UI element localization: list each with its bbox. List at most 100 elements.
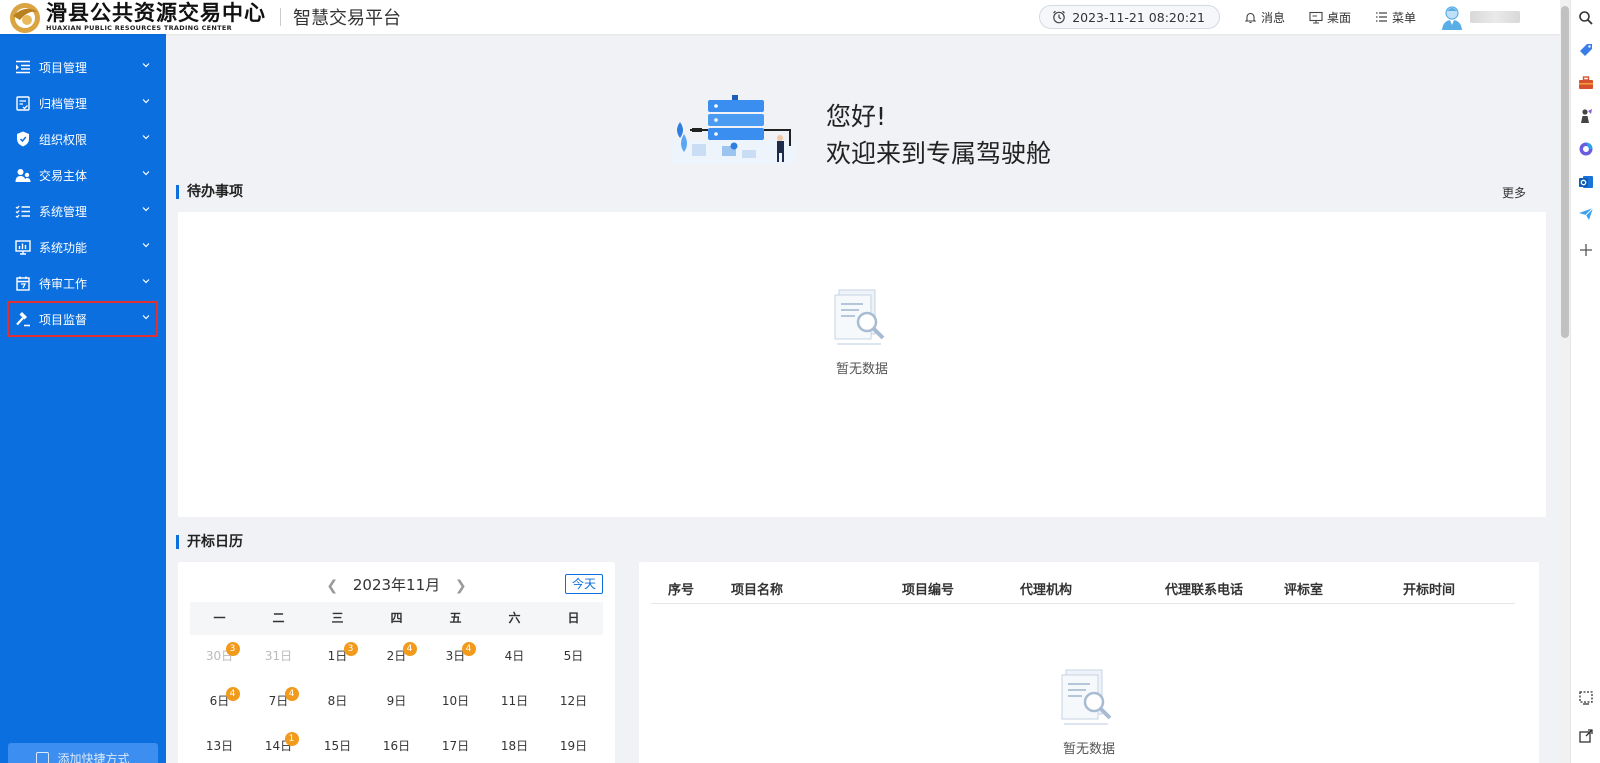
calendar-day[interactable]: 9日 — [367, 685, 426, 730]
weekday-label: 五 — [449, 611, 462, 625]
calendar-day-number: 31日 — [264, 649, 293, 663]
calendar-day[interactable]: 15日 — [308, 730, 367, 763]
briefcase-icon[interactable] — [1578, 75, 1594, 91]
bid-opening-table-card: 序号 项目名称 项目编号 代理机构 代理联系电话 评标室 开标时间 暂无数据 — [639, 562, 1539, 763]
calendar-day[interactable]: 12日 — [544, 685, 603, 730]
calendar-day[interactable]: 1日 3 — [308, 640, 367, 685]
sidebar-item-system-functions[interactable]: 系统功能 — [0, 229, 166, 265]
add-plus-icon[interactable] — [1578, 242, 1594, 258]
messages-link[interactable]: 消息 — [1244, 9, 1285, 26]
bell-icon — [1244, 12, 1257, 23]
desktop-link[interactable]: 桌面 — [1309, 9, 1351, 26]
calendar-day[interactable]: 4日 — [485, 640, 544, 685]
sidebar-item-system-management[interactable]: 系统管理 — [0, 193, 166, 229]
menu-link[interactable]: 菜单 — [1375, 9, 1416, 26]
chevron-down-icon — [142, 279, 150, 284]
calendar-day[interactable]: 30日 3 — [190, 640, 249, 685]
menu-label: 菜单 — [1391, 10, 1416, 25]
chevron-down-icon — [142, 171, 150, 176]
column-header: 项目编号 — [902, 583, 955, 598]
column-header: 序号 — [668, 583, 695, 598]
calendar-day[interactable]: 7日 4 — [249, 685, 308, 730]
sidebar-item-trading-entities[interactable]: 交易主体 — [0, 157, 166, 193]
weekday-label: 四 — [390, 611, 403, 625]
messages-label: 消息 — [1260, 10, 1285, 25]
sidebar-item-archive-management[interactable]: 归档管理 — [0, 85, 166, 121]
calendar-day[interactable]: 6日 4 — [190, 685, 249, 730]
sidebar-item-label: 交易主体 — [39, 168, 88, 183]
bid-calendar-card: ❮ 2023年11月 ❯ 今天 一 二 三 四 五 六 日 30日 3 31日 1日 3 2日 4 3日 4… — [178, 562, 615, 763]
logo[interactable]: 滑县公共资源交易中心 HUAXIAN PUBLIC RESOURCES TRAD… — [0, 0, 266, 34]
calendar-icon — [14, 274, 32, 292]
sidebar-item-label: 系统功能 — [39, 240, 88, 255]
user-avatar-icon[interactable] — [1440, 4, 1464, 30]
calendar-day[interactable]: 19日 — [544, 730, 603, 763]
platform-title: 智慧交易平台 — [293, 8, 401, 29]
calendar-week-row: 6日 4 7日 4 8日 9日 10日 11日 12日 — [190, 685, 603, 730]
list-indent-icon — [14, 58, 32, 76]
add-shortcut-button[interactable]: 添加快捷方式 — [8, 743, 158, 763]
table-empty-text: 暂无数据 — [1062, 742, 1115, 757]
calendar-day[interactable]: 5日 — [544, 640, 603, 685]
calendar-day[interactable]: 8日 — [308, 685, 367, 730]
external-link-icon[interactable] — [1578, 728, 1594, 744]
sidebar-item-org-permissions[interactable]: 组织权限 — [0, 121, 166, 157]
calendar-day-number: 8日 — [327, 694, 348, 708]
event-count-badge: 3 — [343, 642, 358, 656]
sidebar-item-label: 组织权限 — [39, 132, 88, 147]
event-count-badge: 4 — [284, 687, 299, 701]
calendar-day-number: 12日 — [559, 694, 588, 708]
calendar-day[interactable]: 2日 4 — [367, 640, 426, 685]
event-count-badge: 4 — [402, 642, 417, 656]
next-month-button[interactable]: ❯ — [455, 578, 467, 594]
today-button[interactable]: 今天 — [565, 574, 603, 594]
sidebar-item-label: 待审工作 — [39, 276, 88, 291]
event-count-badge: 3 — [225, 642, 240, 656]
logo-emblem-icon — [8, 0, 42, 33]
table-header: 序号 项目名称 项目编号 代理机构 代理联系电话 评标室 开标时间 — [651, 577, 1515, 604]
calendar-day[interactable]: 18日 — [485, 730, 544, 763]
calendar-day[interactable]: 31日 — [249, 640, 308, 685]
hammer-icon — [14, 310, 32, 328]
user-name-redacted[interactable] — [1470, 11, 1520, 23]
page-scrollbar[interactable] — [1560, 0, 1570, 763]
sidebar-item-project-supervision[interactable]: 项目监督 — [7, 301, 158, 337]
plus-square-icon — [36, 751, 50, 763]
sidebar-item-label: 归档管理 — [39, 96, 88, 111]
calendar-week-row: 13日 14日 1 15日 16日 17日 18日 19日 — [190, 730, 603, 763]
logo-chinese-name: 滑县公共资源交易中心 — [46, 0, 266, 26]
calendar-day[interactable]: 16日 — [367, 730, 426, 763]
screenshot-icon[interactable] — [1578, 690, 1594, 706]
calendar-day[interactable]: 11日 — [485, 685, 544, 730]
calendar-day-number: 9日 — [386, 694, 407, 708]
sidebar-item-pending-review[interactable]: 待审工作 — [0, 265, 166, 301]
sidebar-item-label: 系统管理 — [39, 204, 88, 219]
search-icon[interactable] — [1578, 10, 1594, 26]
no-data-document-search-icon — [1061, 669, 1112, 725]
users-icon — [14, 166, 32, 184]
scrollbar-thumb[interactable] — [1561, 6, 1569, 338]
calendar-day[interactable]: 14日 1 — [249, 730, 308, 763]
weekday-label: 三 — [331, 611, 344, 625]
tag-icon[interactable] — [1578, 42, 1594, 58]
todo-more-link[interactable]: 更多 — [1502, 184, 1526, 201]
sidebar-item-label: 项目监督 — [39, 312, 88, 327]
todo-section-title: 待办事项 — [176, 185, 243, 199]
calendar-day[interactable]: 17日 — [426, 730, 485, 763]
calendar-day-number: 13日 — [205, 739, 234, 753]
calendar-day[interactable]: 10日 — [426, 685, 485, 730]
column-header: 代理机构 — [1020, 583, 1073, 598]
sidebar: 项目管理 归档管理 组织权限 交易主体 系统管理 系统功能 待审工作 项目监督 … — [0, 34, 166, 763]
column-header: 评标室 — [1284, 583, 1324, 598]
calendar-day[interactable]: 13日 — [190, 730, 249, 763]
send-plane-icon[interactable] — [1578, 206, 1594, 222]
copilot-icon[interactable] — [1578, 141, 1594, 157]
calendar-day-number: 4日 — [504, 649, 525, 663]
datetime-text: 2023-11-21 08:20:21 — [1072, 9, 1205, 25]
calendar-day[interactable]: 3日 4 — [426, 640, 485, 685]
server-illustration-icon — [672, 94, 798, 172]
outlook-icon[interactable] — [1578, 174, 1594, 190]
prev-month-button[interactable]: ❮ — [326, 578, 338, 594]
chess-piece-icon[interactable] — [1578, 108, 1594, 124]
sidebar-item-project-management[interactable]: 项目管理 — [0, 49, 166, 85]
